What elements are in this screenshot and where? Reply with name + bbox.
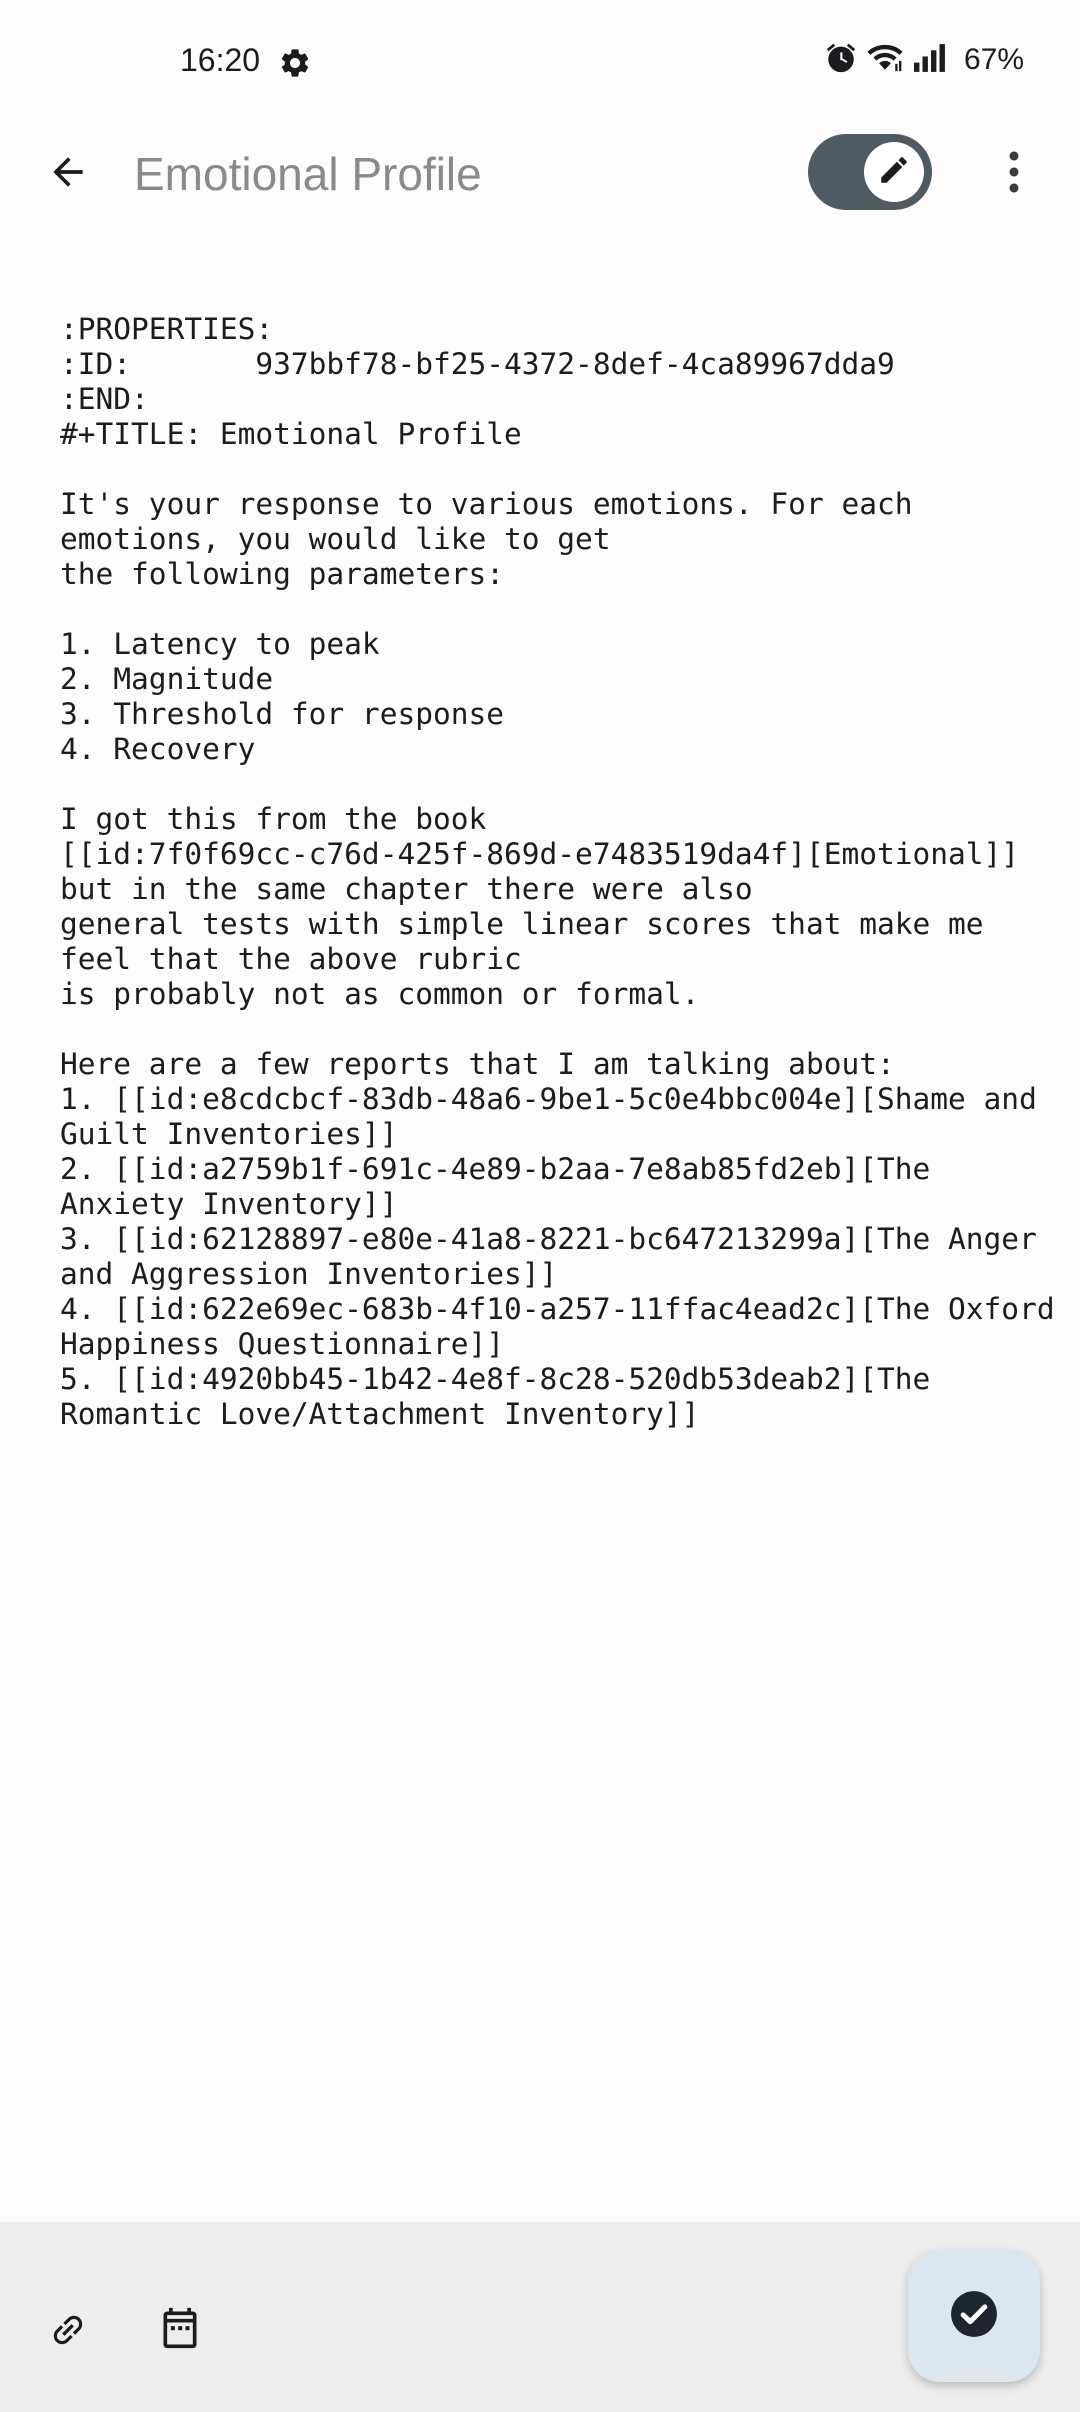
battery-percentage: 67%: [963, 43, 1024, 76]
toggle-knob: [864, 142, 924, 202]
link-icon: [48, 2310, 88, 2355]
note-editor-screen: 16:20 67% Emotional Profile:PROPERTIES:…: [0, 0, 1080, 2412]
calendar-icon: [158, 2304, 202, 2357]
signal-icon: [912, 41, 950, 80]
status-time: 16:20: [180, 42, 261, 78]
alarm-icon: [824, 41, 858, 80]
settings-gear-icon: [278, 46, 312, 80]
bottom-toolbar: [0, 2222, 1080, 2412]
editor-line: and Aggression Inventories]]: [60, 1257, 558, 1291]
status-bar: 16:20 67%: [0, 0, 1080, 128]
editor-line: 4. Recovery: [60, 732, 256, 766]
editor-line: 4. [[id:622e69ec-683b-4f10-a257-11ffac4e…: [60, 1292, 1055, 1326]
back-button[interactable]: [36, 142, 100, 206]
editor-line: Romantic Love/Attachment Inventory]]: [60, 1397, 700, 1431]
editor-line: the following parameters:: [60, 557, 505, 591]
save-done-button[interactable]: [908, 2250, 1040, 2382]
arrow-back-icon: [46, 150, 90, 199]
editor-line: 3. Threshold for response: [60, 697, 505, 731]
editor-line: but in the same chapter there were also: [60, 872, 753, 906]
insert-link-button[interactable]: [36, 2300, 100, 2364]
editor-line: I got this from the book: [60, 802, 487, 836]
editor-line: :END:: [60, 382, 149, 416]
status-icons: 67%: [824, 40, 1024, 80]
editor-line: :PROPERTIES:: [60, 312, 274, 346]
editor-line: is probably not as common or formal.: [60, 977, 700, 1011]
editor-line: emotions, you would like to get: [60, 522, 611, 556]
editor-line: Happiness Questionnaire]]: [60, 1327, 505, 1361]
more-vert-icon: [1008, 150, 1020, 199]
more-options-button[interactable]: [986, 142, 1042, 206]
app-bar: Emotional Profile: [0, 128, 1080, 220]
editor-line: :ID: 937bbf78-bf25-4372-8def-4ca89967dda…: [60, 347, 895, 381]
pencil-icon: [877, 153, 911, 192]
editor-line: 3. [[id:62128897-e80e-41a8-8221-bc647213…: [60, 1222, 1037, 1256]
editor-line: Anxiety Inventory]]: [60, 1187, 398, 1221]
check-circle-icon: [949, 2289, 999, 2344]
editor-line: 2. [[id:a2759b1f-691c-4e89-b2aa-7e8ab85f…: [60, 1152, 931, 1186]
note-text-editor[interactable]: :PROPERTIES::ID: 937bbf78-bf25-4372-8def…: [60, 312, 1055, 1432]
editor-line: 2. Magnitude: [60, 662, 274, 696]
editor-line: 1. [[id:e8cdcbcf-83db-48a6-9be1-5c0e4bbc…: [60, 1082, 1037, 1116]
editor-line: feel that the above rubric: [60, 942, 522, 976]
editor-line: [[id:7f0f69cc-c76d-425f-869d-e7483519da4…: [60, 837, 1020, 871]
page-title: Emotional Profile: [134, 148, 482, 200]
editor-line: #+TITLE: Emotional Profile: [60, 417, 522, 451]
insert-date-button[interactable]: [148, 2298, 212, 2362]
edit-mode-toggle[interactable]: [808, 134, 932, 210]
editor-line: 5. [[id:4920bb45-1b42-4e8f-8c28-520db53d…: [60, 1362, 931, 1396]
editor-line: 1. Latency to peak: [60, 627, 380, 661]
editor-line: Here are a few reports that I am talking…: [60, 1047, 895, 1081]
editor-line: general tests with simple linear scores …: [60, 907, 984, 941]
editor-line: Guilt Inventories]]: [60, 1117, 398, 1151]
editor-line: It's your response to various emotions. …: [60, 487, 913, 521]
wifi-icon: [866, 41, 904, 80]
